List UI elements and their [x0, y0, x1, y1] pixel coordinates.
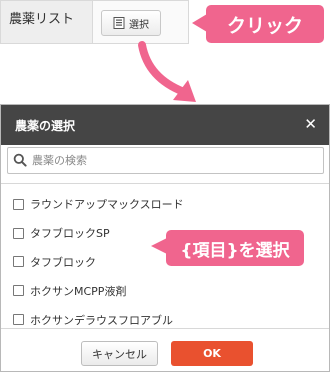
pesticide-list-field: 農薬リスト 選択 — [0, 0, 189, 44]
select-callout: {項目}を選択 — [166, 230, 304, 266]
select-callout-tail — [151, 238, 167, 254]
list-item[interactable]: ホクサンMCPP液剤 — [13, 276, 313, 305]
select-button[interactable]: 選択 — [101, 10, 161, 36]
checkbox[interactable] — [13, 198, 24, 210]
list-icon — [113, 17, 125, 29]
click-callout: クリック — [206, 5, 324, 43]
footer-divider — [1, 328, 329, 329]
list-item-label: タフブロック — [30, 255, 96, 269]
list-item-label: ラウンドアップマックスロード — [30, 198, 184, 212]
close-icon[interactable]: ✕ — [304, 116, 317, 132]
search-input[interactable] — [32, 150, 312, 170]
ok-button[interactable]: OK — [171, 341, 253, 366]
checkbox[interactable] — [13, 227, 24, 239]
field-label: 農薬リスト — [9, 12, 75, 27]
click-callout-tail — [192, 14, 207, 32]
list-item-label: ホクサンデラウスフロアブル — [30, 313, 173, 327]
checkbox[interactable] — [13, 256, 24, 268]
dialog-title: 農薬の選択 — [15, 119, 76, 133]
divider — [1, 183, 329, 184]
screenshot-root: 農薬リスト 選択 クリック 農薬の選択 ✕ 農薬の検索 ラウンドアップマックスロ… — [0, 0, 330, 372]
checkbox[interactable] — [13, 285, 24, 297]
cancel-button[interactable]: キャンセル — [81, 341, 158, 366]
search-icon — [13, 153, 27, 167]
dialog-header: 農薬の選択 ✕ — [1, 105, 329, 145]
select-button-label: 選択 — [129, 19, 149, 31]
list-item[interactable]: ホクサンデラウスフロアブル — [13, 305, 313, 334]
checkbox[interactable] — [13, 314, 24, 326]
field-label-cell: 農薬リスト — [1, 1, 93, 43]
list-item-label: ホクサンMCPP液剤 — [30, 284, 127, 298]
list-item[interactable]: ラウンドアップマックスロード — [13, 190, 313, 219]
list-item-label: タフブロックSP — [30, 227, 110, 241]
search-box — [7, 147, 324, 174]
